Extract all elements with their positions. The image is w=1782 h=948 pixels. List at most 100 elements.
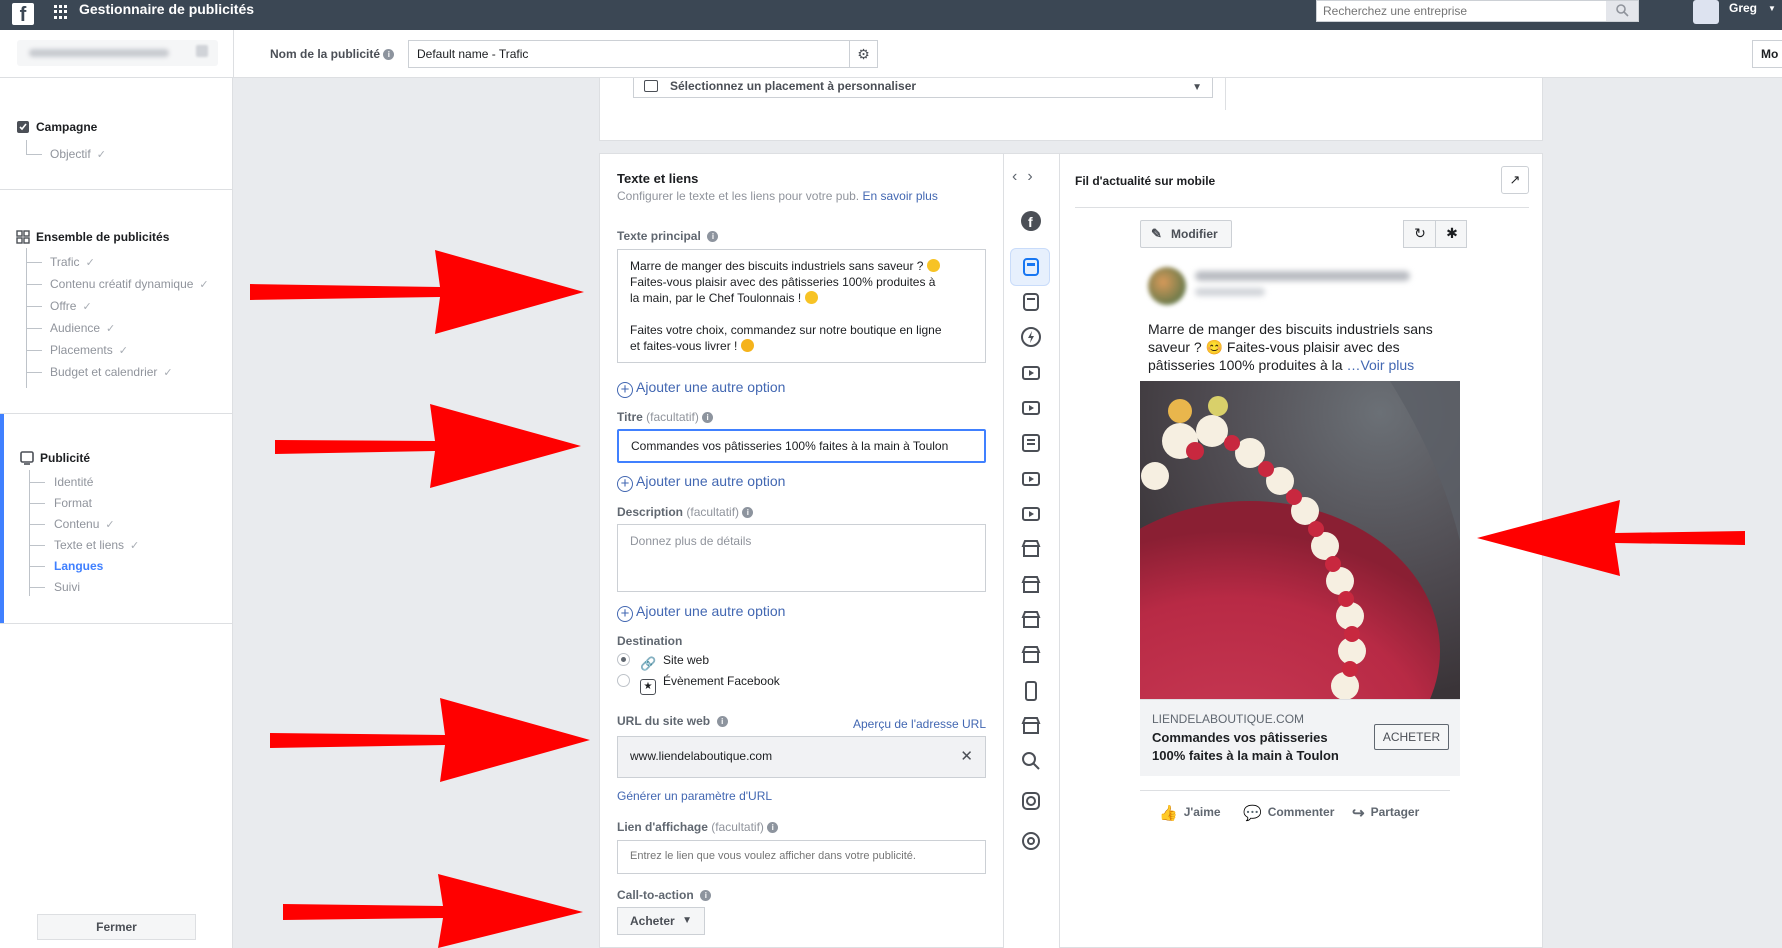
sidebar-item-langues[interactable]: Langues bbox=[54, 559, 103, 573]
more-button[interactable]: Mo bbox=[1752, 40, 1782, 68]
info-icon[interactable]: i bbox=[767, 822, 779, 834]
destination-event-option[interactable]: ★ Évènement Facebook bbox=[617, 674, 780, 695]
headline-input-box[interactable]: Commandes vos pâtisseries 100% faites à … bbox=[617, 429, 986, 463]
account-selector[interactable] bbox=[17, 40, 218, 66]
sidebar-adset-heading[interactable]: Ensemble de publicités bbox=[16, 230, 169, 244]
share-action[interactable]: ↪ Partager bbox=[1352, 804, 1419, 822]
marketplace-store-icon[interactable] bbox=[1020, 538, 1042, 560]
chevron-down-icon[interactable]: ▼ bbox=[1768, 4, 1776, 13]
sidebar-item-identite[interactable]: Identité bbox=[54, 475, 93, 489]
sidebar-item-offre[interactable]: Offre ✓ bbox=[50, 299, 92, 313]
gear-icon[interactable]: ⚙ bbox=[849, 41, 877, 67]
video-play-icon[interactable] bbox=[1020, 362, 1042, 384]
user-name[interactable]: Greg bbox=[1729, 1, 1757, 15]
info-icon[interactable]: i bbox=[702, 412, 714, 424]
sidebar-campaign-heading[interactable]: Campagne bbox=[16, 120, 97, 134]
marketplace-store-icon[interactable] bbox=[1020, 644, 1042, 666]
url-input[interactable]: www.liendelaboutique.com bbox=[618, 737, 948, 775]
instant-article-icon[interactable] bbox=[1020, 326, 1042, 348]
buy-button[interactable]: ACHETER bbox=[1374, 724, 1449, 750]
right-column-icon[interactable] bbox=[1020, 432, 1042, 454]
annotation-arrow-right bbox=[250, 250, 584, 334]
info-icon[interactable]: i bbox=[742, 507, 754, 519]
sidebar-ad-heading[interactable]: Publicité bbox=[20, 451, 90, 465]
placement-dropdown[interactable]: Sélectionnez un placement à personnalise… bbox=[633, 78, 1213, 98]
learn-more-link[interactable]: En savoir plus bbox=[862, 189, 937, 203]
video-play-icon[interactable] bbox=[1020, 503, 1042, 525]
marketplace-store-icon[interactable] bbox=[1020, 715, 1042, 737]
facebook-logo-icon[interactable]: f bbox=[12, 3, 34, 26]
like-action[interactable]: 👍 J'aime bbox=[1159, 804, 1221, 822]
url-input-box[interactable]: www.liendelaboutique.com ✕ bbox=[617, 736, 986, 778]
feed-desktop-icon[interactable] bbox=[1020, 291, 1042, 313]
business-search-input[interactable] bbox=[1317, 1, 1597, 21]
sidebar-item-placements[interactable]: Placements ✓ bbox=[50, 343, 128, 357]
description-area[interactable]: Donnez plus de détails bbox=[617, 524, 986, 592]
sidebar-item-format[interactable]: Format bbox=[54, 496, 92, 510]
sidebar-item-label: Format bbox=[54, 496, 93, 510]
facebook-icon[interactable]: f bbox=[1020, 210, 1042, 232]
radio-selected[interactable] bbox=[617, 653, 630, 666]
sidebar-item-trafic[interactable]: Trafic ✓ bbox=[50, 255, 95, 269]
ad-name-field[interactable]: ⚙ bbox=[408, 40, 878, 68]
mobile-feed-placement[interactable] bbox=[1010, 248, 1050, 286]
radio-unselected[interactable] bbox=[617, 674, 630, 687]
apps-grid-icon[interactable] bbox=[54, 5, 68, 19]
sidebar-item-objectif[interactable]: Objectif ✓ bbox=[50, 147, 106, 161]
info-icon[interactable]: i bbox=[383, 49, 395, 61]
info-icon[interactable]: i bbox=[707, 231, 719, 243]
instagram-explore-icon[interactable] bbox=[1020, 830, 1042, 852]
sidebar-item-contenu[interactable]: Contenu ✓ bbox=[54, 517, 115, 531]
add-description-option[interactable]: + Ajouter une autre option bbox=[617, 603, 785, 622]
url-label-text: URL du site web bbox=[617, 714, 711, 728]
display-link-input[interactable] bbox=[618, 841, 948, 871]
sidebar-item-suivi[interactable]: Suivi bbox=[54, 580, 80, 594]
url-parameter-link[interactable]: Générer un paramètre d'URL bbox=[617, 789, 772, 803]
primary-text-area[interactable]: Marre de manger des biscuits industriels… bbox=[617, 249, 986, 363]
search-icon[interactable] bbox=[1020, 750, 1042, 772]
placement-icon-bar: ‹› f bbox=[1003, 154, 1060, 948]
sidebar-item-texte-liens[interactable]: Texte et liens ✓ bbox=[54, 538, 139, 552]
chevron-left-icon[interactable]: ‹ bbox=[1012, 168, 1027, 185]
comment-action[interactable]: 💬 Commenter bbox=[1243, 804, 1334, 822]
search-button[interactable] bbox=[1606, 1, 1638, 21]
url-preview-link[interactable]: Aperçu de l'adresse URL bbox=[853, 717, 986, 731]
external-link-icon[interactable]: ↗ bbox=[1501, 166, 1529, 194]
video-play-icon[interactable] bbox=[1020, 397, 1042, 419]
mobile-phone-icon[interactable] bbox=[1020, 680, 1042, 702]
sidebar-item-label: Identité bbox=[54, 475, 94, 489]
chevron-right-icon[interactable]: › bbox=[1027, 168, 1042, 185]
link-preview[interactable]: LIENDELABOUTIQUE.COM Commandes vos pâtis… bbox=[1140, 699, 1460, 776]
tree-branch bbox=[26, 350, 42, 351]
instagram-icon[interactable] bbox=[1020, 790, 1042, 812]
add-headline-option[interactable]: + Ajouter une autre option bbox=[617, 473, 785, 492]
info-icon[interactable]: i bbox=[716, 716, 728, 728]
account-clear-icon[interactable] bbox=[196, 45, 208, 57]
sidebar-item-budget[interactable]: Budget et calendrier ✓ bbox=[50, 365, 173, 379]
user-avatar[interactable] bbox=[1693, 0, 1719, 24]
cta-dropdown[interactable]: Acheter ▼ bbox=[617, 907, 705, 935]
close-icon[interactable]: ✕ bbox=[960, 747, 973, 765]
ad-name-input[interactable] bbox=[409, 41, 839, 67]
add-primary-text-option[interactable]: + Ajouter une autre option bbox=[617, 379, 785, 398]
app-title[interactable]: Gestionnaire de publicités bbox=[79, 1, 254, 17]
see-more-link[interactable]: …Voir plus bbox=[1346, 357, 1414, 373]
close-button[interactable]: Fermer bbox=[37, 914, 196, 940]
display-link-box[interactable] bbox=[617, 840, 986, 874]
marketplace-store-icon[interactable] bbox=[1020, 574, 1042, 596]
business-search[interactable] bbox=[1316, 0, 1639, 22]
sidebar-item-audience[interactable]: Audience ✓ bbox=[50, 321, 115, 335]
info-icon[interactable]: i bbox=[700, 890, 712, 902]
bug-icon[interactable]: ✱ bbox=[1436, 225, 1468, 242]
placement-card: Sélectionnez un placement à personnalise… bbox=[599, 78, 1543, 141]
modify-button[interactable]: ✎ Modifier bbox=[1140, 220, 1232, 248]
destination-website-option[interactable]: 🔗 Site web bbox=[617, 653, 709, 673]
event-star-icon: ★ bbox=[640, 679, 656, 695]
video-play-icon[interactable] bbox=[1020, 468, 1042, 490]
marketplace-store-icon[interactable] bbox=[1020, 609, 1042, 631]
headline-input[interactable]: Commandes vos pâtisseries 100% faites à … bbox=[619, 431, 949, 461]
refresh-icon[interactable]: ↻ bbox=[1404, 225, 1436, 242]
ad-preview: Fil d'actualité sur mobile ↗ ✎ Modifier ↻… bbox=[1060, 154, 1544, 948]
primary-text-line: Faites-vous plaisir avec des pâtisseries… bbox=[630, 275, 936, 289]
sidebar-item-contenu-creatif[interactable]: Contenu créatif dynamique ✓ bbox=[50, 277, 209, 291]
